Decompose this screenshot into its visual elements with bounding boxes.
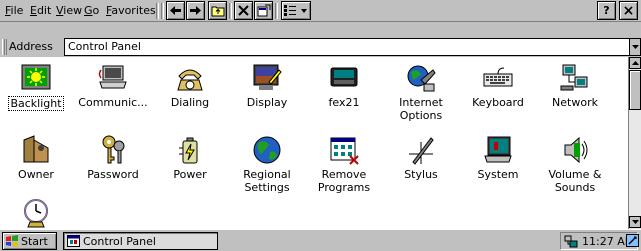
start-button[interactable]: Start	[2, 232, 57, 250]
applet-system[interactable]: System	[463, 134, 533, 181]
windows-flag-icon	[6, 235, 18, 247]
chevron-down-icon	[631, 45, 639, 49]
up-folder-icon	[211, 6, 224, 16]
applet-regional-settings[interactable]: Regional Settings	[232, 134, 302, 194]
address-bar-grip[interactable]	[2, 39, 7, 55]
applet-dialing[interactable]: Dialing	[155, 62, 225, 109]
delete-button[interactable]	[234, 1, 253, 20]
network-connection-icon[interactable]	[564, 235, 578, 248]
applet-remove-programs[interactable]: Remove Programs	[309, 134, 379, 194]
network-icon	[560, 64, 588, 91]
system-icon	[484, 136, 512, 163]
taskbar-item-label: Control Panel	[83, 234, 156, 248]
toolbar-separator	[161, 3, 164, 19]
dialing-icon	[177, 69, 203, 91]
internet-options-icon	[407, 65, 436, 92]
applet-stylus[interactable]: Stylus	[386, 134, 456, 181]
toolbar-separator	[156, 3, 159, 19]
keyboard-icon	[483, 67, 513, 87]
address-bar: Address Control Panel	[0, 38, 641, 56]
address-label: Address	[9, 40, 53, 53]
display-icon	[253, 64, 282, 90]
applet-power[interactable]: Power	[155, 134, 225, 181]
applet-keyboard[interactable]: Keyboard	[463, 62, 533, 109]
applet-label: Regional Settings	[243, 168, 291, 194]
vertical-scrollbar[interactable]	[628, 57, 641, 229]
back-button[interactable]	[166, 1, 185, 20]
help-button[interactable]: ?	[597, 1, 616, 20]
toolbar-separator	[229, 3, 232, 19]
scroll-thumb[interactable]	[629, 70, 641, 110]
power-icon	[179, 137, 198, 164]
owner-icon	[23, 135, 49, 163]
properties-button[interactable]	[254, 1, 273, 20]
view-options-button[interactable]	[281, 1, 311, 20]
toolbar-separator	[275, 3, 278, 19]
address-dropdown-button[interactable]	[629, 38, 641, 56]
stylus-icon	[409, 137, 434, 165]
forward-button[interactable]	[186, 1, 205, 20]
applet-label: Display	[246, 96, 288, 109]
date-time-icon	[24, 199, 48, 228]
menu-favorites[interactable]: Favorites	[103, 3, 159, 19]
menu-file[interactable]: File	[2, 3, 26, 19]
applet-password[interactable]: Password	[78, 134, 148, 181]
applet-label: Backlight	[8, 96, 64, 111]
applet-label: Remove Programs	[317, 168, 371, 194]
applet-label: Communic...	[78, 96, 148, 109]
scroll-up-button[interactable]	[629, 57, 641, 69]
applet-label: System	[477, 168, 519, 181]
applet-network[interactable]: Network	[540, 62, 610, 109]
applet-label: Dialing	[170, 96, 210, 109]
desktop-button[interactable]	[625, 232, 639, 248]
toolbar-spacer	[0, 22, 641, 38]
menu-go[interactable]: Go	[81, 3, 102, 19]
applet-owner[interactable]: Owner	[1, 134, 71, 181]
backlight-icon	[21, 64, 51, 90]
taskbar-item-control-panel[interactable]: Control Panel	[63, 232, 218, 250]
properties-icon	[257, 4, 270, 17]
show-desktop-icon	[625, 233, 639, 247]
volume-sounds-icon	[564, 136, 588, 164]
applet-label: Password	[87, 168, 139, 181]
applet-label: Owner	[18, 168, 54, 181]
fex21-icon	[330, 67, 358, 87]
menu-edit[interactable]: Edit	[27, 3, 54, 19]
applet-label: Keyboard	[472, 96, 524, 109]
start-label: Start	[21, 234, 48, 248]
applet-internet-options[interactable]: Internet Options	[386, 62, 456, 122]
address-input[interactable]: Control Panel	[64, 38, 630, 56]
applet-label: Volume & Sounds	[548, 168, 602, 194]
chevron-down-icon	[631, 220, 639, 224]
applet-communications[interactable]: Communic...	[78, 62, 148, 109]
applet-volume-sounds[interactable]: Volume & Sounds	[540, 134, 610, 194]
command-bar: File Edit View Go Favorites ? ×	[0, 0, 641, 22]
communications-icon	[98, 65, 127, 89]
delete-x-icon	[238, 5, 249, 16]
chevron-up-icon	[631, 61, 639, 65]
applet-label: fex21	[328, 96, 360, 109]
arrow-right-icon	[190, 6, 201, 15]
regional-settings-icon	[253, 136, 281, 164]
applet-label: Network	[552, 96, 598, 109]
list-view-icon	[284, 5, 307, 16]
applet-fex21[interactable]: fex21	[309, 62, 379, 109]
control-panel-icon	[67, 235, 80, 247]
applet-date-time[interactable]	[1, 197, 71, 229]
taskbar: Start Control Panel 11:27 AM	[0, 229, 641, 251]
password-icon	[102, 135, 125, 164]
control-panel-view: Backlight Communic... Dialing Display fe…	[0, 57, 628, 229]
close-button[interactable]: ×	[619, 1, 638, 20]
applet-label: Power	[173, 168, 207, 181]
applet-label: Internet Options	[399, 96, 443, 122]
arrow-left-icon	[170, 6, 181, 15]
applet-label: Stylus	[404, 168, 438, 181]
scroll-down-button[interactable]	[629, 216, 641, 228]
remove-programs-icon	[330, 137, 359, 165]
applet-display[interactable]: Display	[232, 62, 302, 109]
up-folder-button[interactable]	[208, 1, 227, 20]
applet-backlight[interactable]: Backlight	[1, 62, 71, 111]
